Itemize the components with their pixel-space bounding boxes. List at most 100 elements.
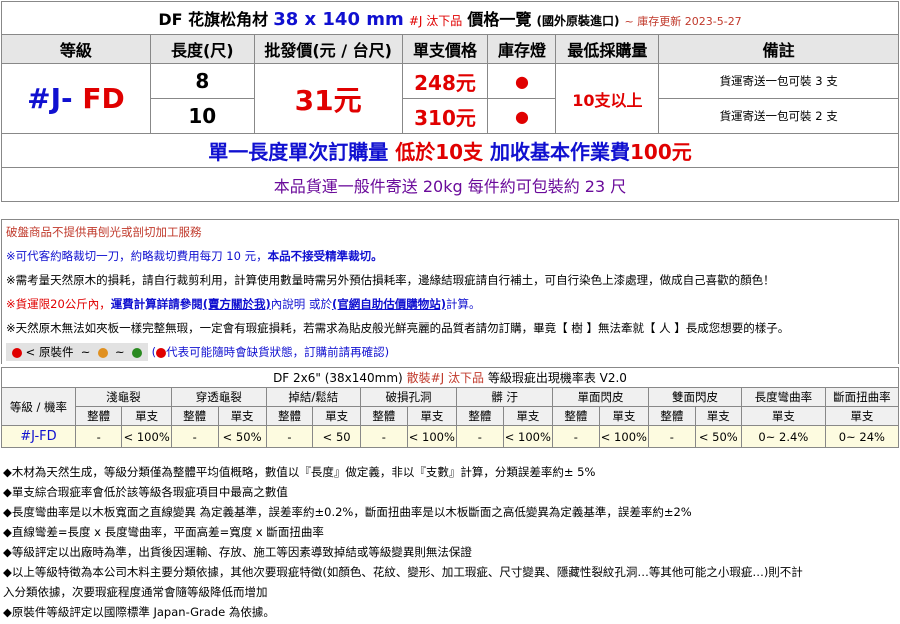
sub-single: 單支 [502, 406, 554, 426]
defect-value: < 100% [598, 425, 650, 448]
note-shipping-end: 計算。 [445, 297, 481, 311]
title-update: ~ 庫存更新 2023-5-27 [624, 15, 742, 28]
defect-value: - [552, 425, 600, 448]
sub-whole: 整體 [360, 406, 408, 426]
bottom-note: ◆單支綜合瑕疵率會低於該等級各瑕疵項目中最高之數值 [3, 485, 288, 499]
header-length: 長度(尺) [149, 34, 255, 64]
shipping-banner: 本品貨運一般件寄送 20kg 每件約可包裝約 23 尺 [1, 167, 899, 202]
surcharge-banner: 單一長度單次訂購量 低於10支 加收基本作業費100元 [1, 133, 899, 168]
title-brand: DF 花旗松角材 [158, 10, 269, 29]
cat-loose-knot: 掉結/鬆結 [265, 387, 362, 407]
grade-suffix: FD [72, 82, 125, 115]
title-price-list: 價格一覽 [467, 10, 532, 29]
defect-value: 0~ 24% [824, 425, 900, 448]
note-cutting: ※可代客約略裁切一刀，約略裁切費用每刀 10 元，本品不接受精準裁切。 [2, 244, 898, 268]
defect-value: < 100% [502, 425, 554, 448]
header-min-order: 最低採購量 [555, 34, 660, 64]
defect-value: - [74, 425, 123, 448]
grade-cell: #J- FD [1, 63, 151, 134]
bottom-note: ◆木材為天然生成，等級分類僅為整體平均值概略，數值以『長度』做定義，非以『支數』… [3, 465, 596, 479]
sub-single: 單支 [217, 406, 267, 426]
red-dot-icon [12, 347, 22, 358]
cat-twist: 斷面扭曲率 [824, 387, 900, 407]
sub-single: 單支 [598, 406, 650, 426]
about-seller-link[interactable]: (賣方關於我) [203, 297, 271, 311]
cat-stain: 髒 汙 [456, 387, 554, 407]
defect-value: < 50 [312, 425, 361, 448]
bottom-note: ◆以上等級特徵為本公司木料主要分類依據，其他次要瑕疵特徵(如顏色、花紋、變形、加… [3, 565, 803, 579]
length-10: 10 [149, 98, 255, 134]
defect-value: 0~ 2.4% [740, 425, 826, 448]
defect-value: - [265, 425, 314, 448]
bottom-note: ◆長度彎曲率是以木板寬面之直線變異 為定義基準，誤差率約±0.2%，斷面扭曲率是… [3, 505, 692, 519]
note-cutting-text: ※可代客約略裁切一刀，約略裁切費用每刀 10 元， [6, 249, 268, 263]
unit-price-10: 310元 [401, 98, 489, 134]
defect-value: < 50% [217, 425, 267, 448]
sub-single: 單支 [312, 406, 361, 426]
legend-note: 代表可能隨時會缺貨狀態，訂購前請再確認) [166, 345, 390, 359]
grade-prefix: #J- [27, 82, 73, 115]
sub-single: 單支 [694, 406, 742, 426]
header-note: 備註 [658, 34, 899, 64]
defect-value: - [456, 425, 504, 448]
surcharge-text-d: 100元 [630, 140, 692, 164]
defect-title: DF 2x6" (38x140mm) 散裝#J 汰下品 等級瑕疵出現機率表 V2… [1, 367, 899, 388]
header-unit-price: 單支價格 [401, 34, 489, 64]
surcharge-text-a: 單一長度單次訂購量 [208, 140, 389, 164]
sub-single: 單支 [824, 406, 900, 426]
bottom-note: ◆原裝件等級評定以國際標準 Japan-Grade 為依據。 [3, 605, 275, 619]
wholesale-price: 31元 [253, 63, 403, 134]
defect-grade-label: #J-FD [20, 429, 57, 444]
defect-value: - [648, 425, 696, 448]
legend-box: < 原裝件 ~ ~ [6, 343, 148, 361]
length-8: 8 [149, 63, 255, 99]
green-dot-icon [131, 347, 142, 358]
legend-sep-2: ~ [115, 345, 125, 359]
defect-table: DF 2x6" (38x140mm) 散裝#J 汰下品 等級瑕疵出現機率表 V2… [1, 367, 900, 448]
grade-prob-header: 等級 / 機率 [1, 387, 76, 426]
legend-row: < 原裝件 ~ ~ (代表可能隨時會缺貨狀態，訂購前請再確認) [2, 340, 898, 364]
defect-value: < 50% [694, 425, 742, 448]
bottom-notes: ◆木材為天然生成，等級分類僅為整體平均值概略，數值以『長度』做定義，非以『支數』… [1, 462, 897, 622]
sub-whole: 整體 [74, 406, 123, 426]
header-grade: 等級 [1, 34, 151, 64]
title-tag: #J 汰下品 [408, 14, 463, 28]
note-cutting-strong: 本品不接受精準裁切。 [267, 249, 383, 263]
note-natural-wood: ※天然原木無法如夾板一樣完整無瑕，一定會有瑕疵損耗，若需求為貼皮般光鮮亮麗的品質… [6, 321, 790, 335]
defect-title-b: 散裝#J 汰下品 [406, 371, 484, 385]
bottom-note: ◆直線彎差=長度 x 長度彎曲率，平面高差=寬度 x 斷面扭曲率 [3, 525, 324, 539]
unit-price-8: 248元 [401, 63, 489, 99]
legend-label: < 原裝件 [25, 345, 74, 359]
sub-single: 單支 [740, 406, 826, 426]
sub-whole: 整體 [552, 406, 600, 426]
stock-light-8: ● [487, 63, 557, 99]
surcharge-text-c: 加收基本作業費 [490, 140, 631, 164]
defect-title-c: 等級瑕疵出現機率表 V2.0 [487, 371, 627, 385]
note-shipping-calc: 運費計算詳請參閱 [110, 297, 203, 311]
legend-sep-1: ~ [80, 345, 91, 359]
stock-light-10: ● [487, 98, 557, 134]
note-no-processing: 破盤商品不提供再刨光或剖切加工服務 [6, 225, 202, 239]
min-order: 10支以上 [555, 63, 660, 134]
cat-through-crack: 穿透龜裂 [170, 387, 267, 407]
note-shipping-limit: ※貨運限20公斤內， [6, 297, 111, 311]
defect-grade: #J-FD [1, 425, 76, 448]
note-shipping-or: 內說明 或於 [270, 297, 332, 311]
defect-title-a: DF 2x6" (38x140mm) [273, 371, 403, 385]
bottom-note: ◆等級評定以出廠時為準，出貨後因運輸、存放、施工等因素導致掉結或等級變異則無法保… [3, 545, 472, 559]
cat-double-wane: 雙面閃皮 [648, 387, 742, 407]
note-shipping: ※貨運限20公斤內，運費計算詳請參閱(賣方關於我)內說明 或於(官網自助估價購物… [2, 292, 898, 316]
cat-single-wane: 單面閃皮 [552, 387, 650, 407]
bottom-note: 入分類依據，次要瑕疵程度通常會隨等級降低而增加 [3, 585, 268, 599]
title-size: 38 x 140 mm [273, 9, 404, 30]
sub-single: 單支 [121, 406, 172, 426]
defect-value: < 100% [121, 425, 172, 448]
surcharge-text-b: 低於10支 [395, 140, 484, 164]
header-wholesale: 批發價(元 / 台尺) [253, 34, 403, 64]
price-table: DF 花旗松角材 38 x 140 mm #J 汰下品 價格一覽 (國外原裝進口… [1, 1, 899, 202]
sub-whole: 整體 [265, 406, 314, 426]
sub-whole: 整體 [648, 406, 696, 426]
quote-shop-link[interactable]: (官網自助估價購物站) [332, 297, 446, 311]
cat-length-bend: 長度彎曲率 [740, 387, 826, 407]
title-bar: DF 花旗松角材 38 x 140 mm #J 汰下品 價格一覽 (國外原裝進口… [1, 1, 899, 35]
